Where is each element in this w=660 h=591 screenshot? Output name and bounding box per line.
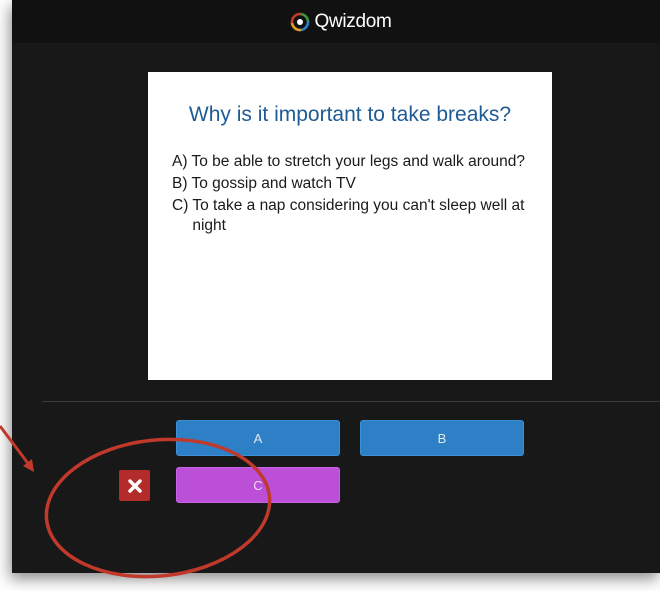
choice-letter: A) <box>172 153 188 170</box>
brand-logo: Qwizdom <box>290 10 392 33</box>
divider <box>42 401 660 402</box>
remove-answer-button[interactable] <box>119 470 150 501</box>
question-title: Why is it important to take breaks? <box>188 103 512 126</box>
choice-list: A) To be able to stretch your legs and w… <box>172 152 532 238</box>
answer-b-button[interactable]: B <box>360 420 524 456</box>
brand-name: Qwizdom <box>314 10 392 32</box>
choice-item: C) To take a nap considering you can't s… <box>172 196 532 236</box>
choice-text: To be able to stretch your legs and walk… <box>191 153 525 170</box>
app-window: Qwizdom Why is it important to take brea… <box>12 0 660 573</box>
choice-item: B) To gossip and watch TV <box>172 174 532 194</box>
choice-item: A) To be able to stretch your legs and w… <box>172 152 532 172</box>
qwizdom-swirl-icon <box>291 12 310 31</box>
question-slide: Why is it important to take breaks? A) T… <box>148 72 552 380</box>
answer-c-button[interactable]: C <box>176 467 340 503</box>
choice-letter: C) <box>172 197 189 214</box>
choice-text: To take a nap considering you can't slee… <box>192 197 525 234</box>
choice-letter: B) <box>172 175 188 192</box>
close-icon <box>127 478 142 493</box>
answer-a-button[interactable]: A <box>176 420 340 456</box>
top-bar: Qwizdom <box>12 0 660 43</box>
choice-text: To gossip and watch TV <box>191 175 356 192</box>
